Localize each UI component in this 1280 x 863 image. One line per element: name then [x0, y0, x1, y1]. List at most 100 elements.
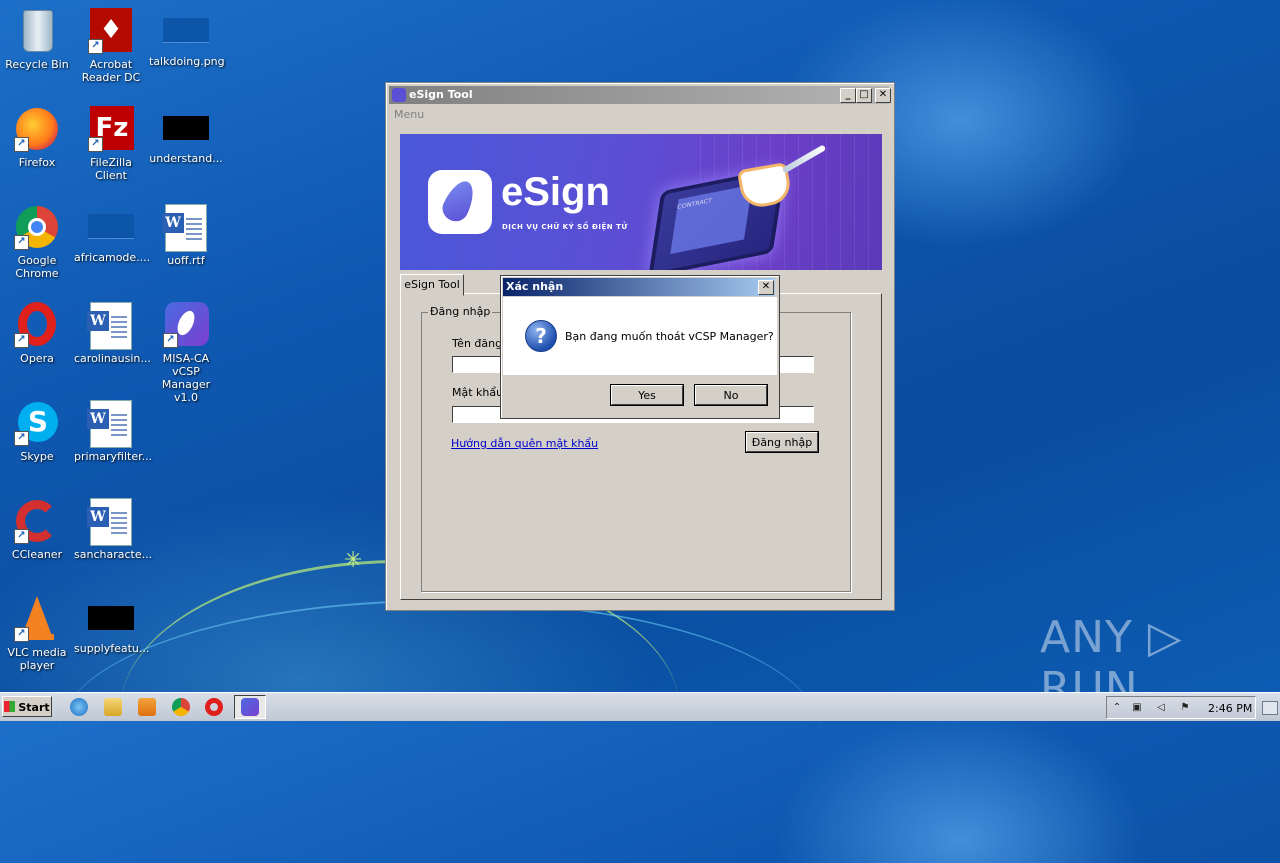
taskbar-item-esign[interactable]	[234, 695, 266, 719]
desktop-icon-label: africamode....	[74, 251, 151, 264]
esign-app-icon	[392, 88, 406, 102]
file-explorer-icon[interactable]	[104, 698, 122, 716]
desktop-icon-label: CCleaner	[11, 548, 63, 561]
desktop-icon-firefox[interactable]: ↗ Firefox	[0, 106, 74, 169]
desktop-icon-understand[interactable]: understand...	[149, 106, 223, 165]
esign-taskbar-icon	[241, 698, 259, 716]
taskbar-clock[interactable]: 2:46 PM	[1208, 702, 1252, 715]
network-icon[interactable]: ▣	[1131, 702, 1143, 714]
desktop-icon-uoff[interactable]: W uoff.rtf	[149, 204, 223, 267]
start-label: Start	[18, 701, 50, 714]
confirm-dialog: Xác nhận ✕ ? Bạn đang muốn thoát vCSP Ma…	[500, 275, 780, 419]
firefox-icon: ↗	[14, 106, 60, 152]
volume-icon[interactable]: ◁	[1155, 702, 1167, 714]
dialog-message: Bạn đang muốn thoát vCSP Manager?	[565, 330, 774, 343]
media-player-icon[interactable]	[138, 698, 156, 716]
tab-esign-tool[interactable]: eSign Tool	[400, 274, 464, 296]
desktop-icon-carolinausin[interactable]: W carolinausin...	[74, 302, 151, 365]
desktop-icon-label: sancharacte...	[74, 548, 153, 561]
chrome-taskbar-icon[interactable]	[172, 698, 190, 716]
dialog-body: ? Bạn đang muốn thoát vCSP Manager?	[503, 297, 777, 375]
esign-logo	[428, 170, 492, 234]
desktop-icon-africamode[interactable]: africamode....	[74, 204, 151, 264]
file-thumbnail-icon	[163, 116, 209, 140]
file-thumbnail-icon	[88, 214, 134, 239]
close-button[interactable]: ✕	[875, 88, 891, 103]
shortcut-arrow-icon: ↗	[14, 431, 29, 446]
opera-icon: ↗	[14, 302, 60, 348]
contract-document-icon: CONTRACT	[670, 184, 753, 254]
shortcut-arrow-icon: ↗	[163, 333, 178, 348]
desktop-icon-misa-ca[interactable]: ↗ MISA-CA vCSP Manager v1.0	[149, 302, 223, 404]
filezilla-icon: Fz ↗	[88, 106, 134, 152]
desktop-icon-label: talkdoing.png	[149, 55, 225, 68]
shortcut-arrow-icon: ↗	[88, 39, 103, 54]
desktop-icon-label: Google Chrome	[15, 254, 59, 280]
desktop-icon-talkdoing[interactable]: talkdoing.png	[149, 8, 225, 68]
desktop-icon-supplyfeatu[interactable]: supplyfeatu...	[74, 596, 149, 655]
desktop-icon-label: MISA-CA vCSP Manager v1.0	[161, 352, 211, 404]
desktop-icon-opera[interactable]: ↗ Opera	[0, 302, 74, 365]
show-desktop-button[interactable]	[1262, 701, 1278, 715]
login-button[interactable]: Đăng nhập	[746, 432, 818, 452]
esign-app-icon: ↗	[163, 302, 209, 348]
skype-icon: S ↗	[14, 400, 60, 446]
word-document-icon: W	[87, 400, 134, 448]
desktop-icon-label: VLC media player	[7, 646, 67, 672]
maximize-button[interactable]: □	[856, 88, 872, 103]
banner-tagline: DỊCH VỤ CHỮ KÝ SỐ ĐIỆN TỬ	[502, 223, 628, 231]
dialog-title: Xác nhận	[506, 280, 564, 293]
shortcut-arrow-icon: ↗	[88, 137, 103, 152]
password-label: Mật khẩu	[452, 386, 504, 399]
desktop-icon-label: Skype	[20, 450, 54, 463]
windows-logo-icon	[4, 701, 16, 712]
show-hidden-icons-icon[interactable]: ⌃	[1111, 702, 1123, 714]
shortcut-arrow-icon: ↗	[14, 627, 29, 642]
desktop-icon-label: Recycle Bin	[5, 58, 69, 71]
wallpaper-sparkle: ✳	[344, 548, 363, 573]
desktop-icon-recycle-bin[interactable]: Recycle Bin	[0, 8, 74, 71]
desktop-icon-label: Acrobat Reader DC	[81, 58, 141, 84]
shortcut-arrow-icon: ↗	[14, 137, 29, 152]
banner-brand: eSign	[501, 170, 610, 214]
taskbar: Start ⌃ ▣ ◁ ⚑ 2:46 PM	[0, 692, 1280, 721]
dialog-close-button[interactable]: ✕	[758, 280, 774, 295]
file-thumbnail-icon	[88, 606, 134, 630]
desktop-icon-vlc[interactable]: ↗ VLC media player	[0, 596, 74, 672]
menu-item-menu[interactable]: Menu	[394, 108, 424, 121]
window-title: eSign Tool	[409, 88, 473, 101]
dialog-title-bar[interactable]: Xác nhận ✕	[503, 278, 775, 296]
desktop-icon-ccleaner[interactable]: ↗ CCleaner	[0, 498, 74, 561]
contract-label: CONTRACT	[676, 197, 713, 211]
acrobat-icon: ♦ ↗	[88, 8, 134, 54]
desktop-icon-filezilla[interactable]: Fz ↗ FileZilla Client	[74, 106, 148, 182]
shortcut-arrow-icon: ↗	[14, 333, 29, 348]
recycle-bin-icon	[14, 8, 60, 54]
action-center-flag-icon[interactable]: ⚑	[1179, 702, 1191, 714]
word-document-icon: W	[162, 204, 209, 252]
desktop-icon-label: Opera	[20, 352, 54, 365]
no-button[interactable]: No	[695, 385, 767, 405]
desktop-icon-label: carolinausin...	[74, 352, 151, 365]
desktop-icon-primaryfilter[interactable]: W primaryfilter...	[74, 400, 152, 463]
opera-taskbar-icon[interactable]	[205, 698, 223, 716]
desktop-icon-google-chrome[interactable]: ↗ Google Chrome	[0, 204, 74, 280]
minimize-button[interactable]: _	[840, 88, 856, 103]
desktop-icon-label: understand...	[149, 152, 223, 165]
start-button[interactable]: Start	[2, 696, 52, 717]
word-document-icon: W	[87, 498, 134, 546]
window-title-bar[interactable]: eSign Tool _ □ ✕	[389, 86, 891, 104]
forgot-password-link[interactable]: Hướng dẫn quên mật khẩu	[451, 437, 598, 450]
ccleaner-icon: ↗	[14, 498, 60, 544]
internet-explorer-icon[interactable]	[70, 698, 88, 716]
desktop-icon-skype[interactable]: S ↗ Skype	[0, 400, 74, 463]
desktop-icon-label: Firefox	[18, 156, 56, 169]
wallpaper-swoosh	[60, 600, 820, 862]
vlc-icon: ↗	[14, 596, 60, 642]
desktop-icon-sancharacte[interactable]: W sancharacte...	[74, 498, 153, 561]
yes-button[interactable]: Yes	[611, 385, 683, 405]
desktop-icon-label: FileZilla Client	[90, 156, 132, 182]
image-thumbnail-icon	[163, 18, 209, 43]
desktop-icon-acrobat[interactable]: ♦ ↗ Acrobat Reader DC	[74, 8, 148, 84]
esign-banner: eSign DỊCH VỤ CHỮ KÝ SỐ ĐIỆN TỬ CONTRACT	[400, 134, 882, 270]
